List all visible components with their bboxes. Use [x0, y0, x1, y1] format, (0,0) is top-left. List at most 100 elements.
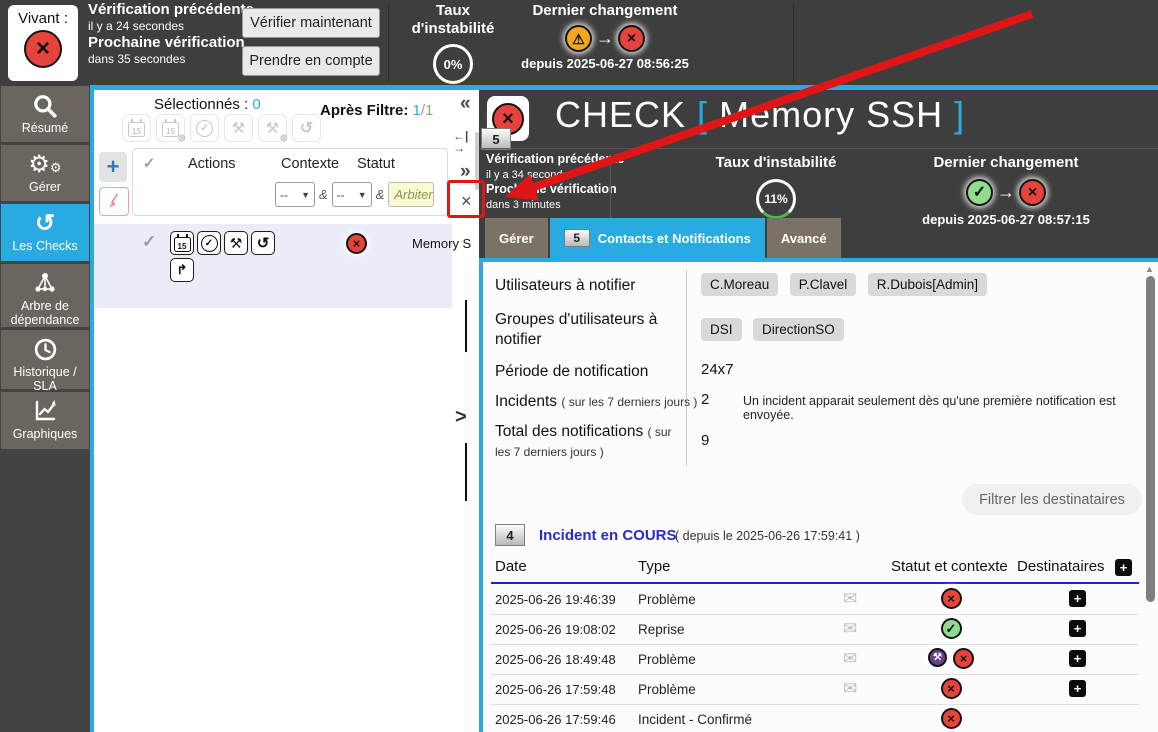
period-label: Période de notification — [495, 362, 648, 382]
notification-date: 2025-06-26 17:59:48 — [495, 682, 616, 697]
check-detail-header: × 5 CHECK [ Memory SSH ] Vérification pr… — [479, 90, 1158, 258]
bulk-acknowledge-button[interactable]: ✓ — [190, 114, 219, 142]
change-arrow-icon: → — [997, 182, 1015, 203]
bulk-calendar-button[interactable]: 15 — [122, 114, 151, 142]
tab-contacts-notifications[interactable]: 5 Contacts et Notifications — [550, 218, 765, 258]
notification-row: 2025-06-26 17:59:46 Incident - Confirmé … — [491, 704, 1139, 732]
top-status-bar: Vivant : × Vérification précédente il y … — [0, 0, 1158, 86]
and-separator: & — [319, 187, 328, 202]
row-downtime-button[interactable]: ⚒ — [224, 231, 248, 255]
row-check-name[interactable]: Memory S — [412, 236, 471, 251]
table-header-date: Date — [495, 558, 527, 575]
annotation-highlight-box — [447, 180, 485, 218]
after-filter-label: Après Filtre: 1/1 — [320, 102, 433, 119]
notification-date: 2025-06-26 18:49:48 — [495, 652, 616, 667]
collapse-panel-button[interactable]: « — [460, 94, 471, 113]
error-status-icon: × — [953, 648, 974, 669]
last-change-since: depuis 2025-06-27 08:57:15 — [906, 212, 1106, 228]
last-change-icons: ⚠ → × — [520, 25, 690, 52]
add-check-button[interactable]: + — [99, 152, 127, 182]
next-check-label: Prochaine vérification — [88, 34, 254, 52]
sidebar-item-graphiques[interactable]: Graphiques — [1, 392, 89, 449]
row-select-check[interactable]: ✓ — [142, 232, 156, 252]
add-recipient-button[interactable]: + — [1069, 650, 1086, 667]
sidebar-item-label: Historique / SLA — [13, 365, 76, 393]
and-separator: & — [376, 187, 385, 202]
error-state-icon: × — [1019, 179, 1046, 206]
prev-check-label: Vérification précédente — [486, 152, 624, 168]
error-status-icon: × — [941, 708, 962, 729]
user-chip[interactable]: R.Dubois[Admin] — [868, 273, 987, 296]
filter-recipients-button[interactable]: Filtrer les destinataires — [962, 484, 1142, 515]
table-header-recipients: Destinataires — [1017, 558, 1105, 575]
status-filter-select[interactable]: -- ▼ — [332, 182, 372, 207]
notification-type: Incident - Confirmé — [638, 712, 752, 727]
tab-label: Gérer — [499, 231, 534, 246]
sidebar-item-label: Arbre de dépendance — [11, 299, 80, 327]
last-change-since: depuis 2025-06-27 08:56:25 — [520, 56, 690, 72]
total-notifications-label: Total des notifications ( sur les 7 dern… — [495, 422, 690, 462]
add-recipient-header-button[interactable]: + — [1115, 559, 1132, 576]
incident-since: ( depuis le 2025-06-26 17:59:41 ) — [675, 529, 860, 543]
chevron-down-icon: ▼ — [358, 190, 367, 200]
notification-type: Reprise — [638, 622, 685, 637]
total-notifications-value: 9 — [701, 432, 709, 449]
incident-title-link[interactable]: Incident en COURS — [539, 527, 677, 544]
alive-label: Vivant : — [8, 10, 78, 27]
sidebar-item-resume[interactable]: Résumé — [1, 86, 89, 142]
next-check-value: dans 35 secondes — [88, 52, 254, 67]
sidebar-item-historique[interactable]: Historique / SLA — [1, 330, 89, 389]
status-filter-value: -- — [337, 188, 345, 202]
row-export-button[interactable]: ↱ — [170, 258, 194, 282]
add-recipient-button[interactable]: + — [1069, 680, 1086, 697]
users-label: Utilisateurs à notifier — [495, 276, 635, 296]
detail-tabs: Gérer 5 Contacts et Notifications Avancé — [485, 218, 841, 258]
user-chip[interactable]: P.Clavel — [790, 273, 857, 296]
group-chip[interactable]: DirectionSO — [753, 318, 844, 341]
broom-icon — [106, 193, 123, 210]
notification-row: 2025-06-26 18:49:48 Problème ✉ ⚒ × + — [491, 644, 1139, 675]
splitter-chevron[interactable]: > — [455, 406, 467, 429]
checks-filter-card: ✓ Actions Contexte Statut --▼ & --▼ & Ar… — [132, 148, 448, 216]
clear-filters-button[interactable] — [99, 187, 129, 216]
row-calendar-button[interactable]: 15 — [170, 231, 194, 255]
last-change-label: Dernier changement — [520, 2, 690, 20]
ok-state-icon: ✓ — [966, 179, 993, 206]
last-change-block: Dernier changement ⚠ → × depuis 2025-06-… — [520, 2, 690, 72]
bracket-close: ] — [954, 94, 965, 135]
row-recheck-button[interactable]: ↺ — [251, 231, 275, 255]
selected-count-label: Sélectionnés : 0 — [154, 96, 261, 113]
check-row-memory-ssh[interactable]: ✓ 15 ✓ ⚒ ↺ ↱ × Memory S — [94, 224, 452, 308]
sidebar-item-gerer[interactable]: ⚙⚙ Gérer — [1, 145, 89, 201]
notification-row: 2025-06-26 19:46:39 Problème ✉ × + — [491, 584, 1139, 615]
scrollbar-thumb[interactable] — [1146, 276, 1155, 602]
acknowledge-button[interactable]: Prendre en compte — [242, 46, 380, 76]
sidebar-item-arbre[interactable]: Arbre de dépendance — [1, 264, 89, 327]
notification-type: Problème — [638, 682, 696, 697]
add-recipient-button[interactable]: + — [1069, 590, 1086, 607]
add-recipient-button[interactable]: + — [1069, 620, 1086, 637]
bulk-downtime-button[interactable]: ⚒ — [224, 114, 253, 142]
detail-check-timing: Vérification précédente il y a 34 second… — [486, 152, 624, 212]
sidebar-item-les-checks[interactable]: ↺ Les Checks — [1, 204, 89, 261]
bulk-downtime-cancel-button[interactable]: ⚒⊗ — [258, 114, 287, 142]
incidents-label-text: Incidents — [495, 393, 557, 410]
check-title: CHECK [ Memory SSH ] — [555, 94, 965, 136]
tab-avance[interactable]: Avancé — [767, 218, 841, 258]
group-chip[interactable]: DSI — [701, 318, 742, 341]
scrollbar-up-arrow[interactable]: ▲ — [1145, 264, 1154, 274]
bulk-recheck-button[interactable]: ↺ — [292, 114, 321, 142]
share-arrow-icon: ↱ — [177, 262, 188, 278]
mail-icon: ✉ — [843, 620, 857, 637]
bulk-calendar-cancel-button[interactable]: 15⊗ — [156, 114, 185, 142]
name-filter-input[interactable]: Arbiter — [388, 182, 434, 207]
tools-icon: ⚒ — [230, 235, 243, 252]
user-chip[interactable]: C.Moreau — [701, 273, 778, 296]
check-now-button[interactable]: Vérifier maintenant — [242, 8, 380, 38]
incidents-sublabel: ( sur les 7 derniers jours ) — [561, 395, 697, 409]
select-all-check[interactable]: ✓ — [143, 156, 155, 172]
row-acknowledge-button[interactable]: ✓ — [197, 231, 221, 255]
context-filter-select[interactable]: --▼ — [275, 182, 315, 207]
expand-panel-button[interactable]: » — [460, 162, 471, 181]
tab-gerer[interactable]: Gérer — [485, 218, 548, 258]
